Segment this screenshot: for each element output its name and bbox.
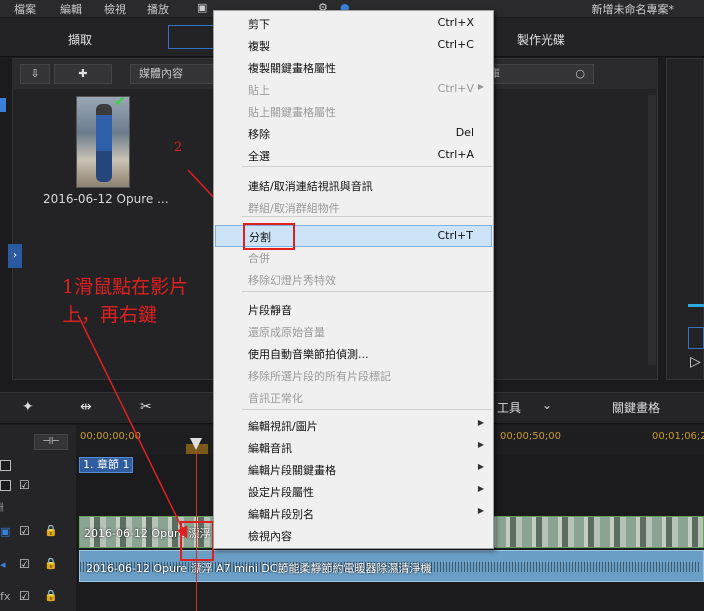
menu-item-label: 編輯片段別名 [248,508,314,521]
submenu-arrow-icon: ▶ [477,418,484,427]
submenu-arrow-icon: ▶ [477,82,484,91]
menu-item-label: 貼上 [248,84,270,97]
menu-item-17[interactable]: 編輯視訊/圖片 ▶ [215,415,492,437]
menu-item-3[interactable]: 貼上 Ctrl+V ▶ [215,79,492,101]
menu-item-label: 移除幻燈片秀特效 [248,274,336,287]
highlight-split-box [243,223,295,250]
menu-item-6[interactable]: 全選 Ctrl+A [215,145,492,167]
menu-item-8[interactable]: 群組/取消群組物件 [215,197,492,219]
menu-item-label: 檢視內容 [248,530,292,543]
menu-separator [242,409,492,410]
menu-separator [242,291,492,292]
menu-item-label: 連結/取消連結視訊與音訊 [248,180,373,193]
menu-item-0[interactable]: 剪下 Ctrl+X [215,13,492,35]
menu-item-label: 音訊正常化 [248,392,303,405]
menu-item-label: 設定片段屬性 [248,486,314,499]
submenu-arrow-icon: ▶ [477,462,484,471]
menu-item-4[interactable]: 貼上關鍵畫格屬性 [215,101,492,123]
menu-item-shortcut: Ctrl+V [437,82,474,95]
menu-item-label: 複製關鍵畫格屬性 [248,62,336,75]
menu-item-shortcut: Del [455,126,474,139]
menu-item-18[interactable]: 編輯音訊 ▶ [215,437,492,459]
menu-item-13[interactable]: 還原成原始音量 [215,321,492,343]
submenu-arrow-icon: ▶ [477,506,484,515]
menu-item-shortcut: Ctrl+C [437,38,474,51]
menu-item-21[interactable]: 編輯片段別名 ▶ [215,503,492,525]
menu-item-label: 合併 [248,252,270,265]
menu-item-11[interactable]: 移除幻燈片秀特效 [215,269,492,291]
menu-item-label: 複製 [248,40,270,53]
menu-item-5[interactable]: 移除 Del [215,123,492,145]
menu-item-15[interactable]: 移除所選片段的所有片段標記 [215,365,492,387]
menu-item-1[interactable]: 複製 Ctrl+C [215,35,492,57]
menu-item-label: 編輯視訊/圖片 [248,420,318,433]
menu-item-7[interactable]: 連結/取消連結視訊與音訊 [215,175,492,197]
menu-item-label: 使用自動音樂節拍偵測... [248,348,369,361]
context-menu: 剪下 Ctrl+X 複製 Ctrl+C 複製關鍵畫格屬性 貼上 Ctrl+V ▶ 貼上關鍵畫格屬… [213,10,494,549]
menu-item-14[interactable]: 使用自動音樂節拍偵測... [215,343,492,365]
submenu-arrow-icon: ▶ [477,484,484,493]
menu-item-shortcut: Ctrl+T [437,229,473,242]
menu-item-19[interactable]: 編輯片段關鍵畫格 ▶ [215,459,492,481]
menu-item-label: 全選 [248,150,270,163]
menu-item-10[interactable]: 合併 [215,247,492,269]
annotation-step2: 2 [174,140,183,155]
highlight-clip-box [180,521,214,561]
menu-item-label: 剪下 [248,18,270,31]
menu-item-12[interactable]: 片段靜音 [215,299,492,321]
annotation-step1: 1滑鼠點在影片上，再右鍵 [62,276,189,326]
menu-item-22[interactable]: 檢視內容 [215,525,492,547]
menu-item-label: 移除所選片段的所有片段標記 [248,370,391,383]
menu-item-2[interactable]: 複製關鍵畫格屬性 [215,57,492,79]
menu-item-shortcut: Ctrl+A [437,148,474,161]
menu-item-label: 貼上關鍵畫格屬性 [248,106,336,119]
menu-item-label: 移除 [248,128,270,141]
menu-item-label: 編輯音訊 [248,442,292,455]
menu-item-20[interactable]: 設定片段屬性 ▶ [215,481,492,503]
menu-item-label: 群組/取消群組物件 [248,202,340,215]
menu-item-16[interactable]: 音訊正常化 [215,387,492,409]
menu-item-label: 片段靜音 [248,304,292,317]
menu-item-label: 還原成原始音量 [248,326,325,339]
menu-item-shortcut: Ctrl+X [437,16,474,29]
arrow-to-clip [77,314,188,539]
submenu-arrow-icon: ▶ [477,440,484,449]
menu-item-label: 編輯片段關鍵畫格 [248,464,336,477]
